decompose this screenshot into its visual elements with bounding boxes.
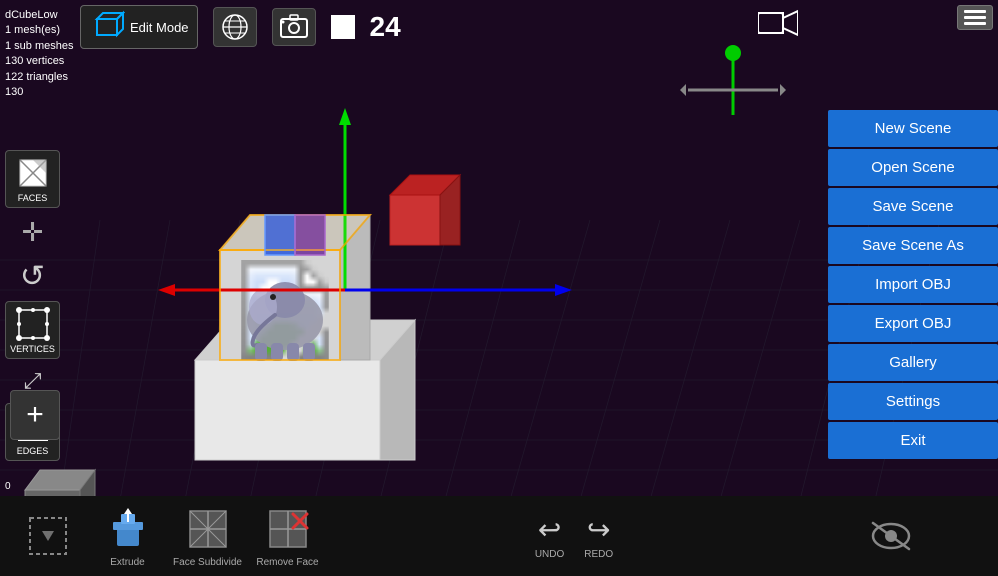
select-tool-button[interactable] xyxy=(10,511,85,561)
compass-icon xyxy=(678,45,788,135)
exit-button[interactable]: Exit xyxy=(828,422,998,459)
face-subdivide-tool-button[interactable]: Face Subdivide xyxy=(170,504,245,568)
edit-mode-label: Edit Mode xyxy=(130,20,189,35)
add-object-button[interactable]: + xyxy=(10,390,60,440)
remove-face-label: Remove Face xyxy=(256,557,318,568)
save-scene-as-button[interactable]: Save Scene As xyxy=(828,227,998,264)
export-obj-button[interactable]: Export OBJ xyxy=(828,305,998,342)
redo-icon: ↪ xyxy=(587,513,610,546)
top-toolbar: Edit Mode 24 xyxy=(80,5,401,49)
extrude-tool-button[interactable]: Extrude xyxy=(90,504,165,568)
select-icon xyxy=(23,511,73,561)
world-view-button[interactable] xyxy=(213,7,257,47)
extrude-icon xyxy=(103,504,153,554)
object-name: dCubeLow xyxy=(5,8,73,23)
white-square-icon xyxy=(331,15,355,39)
move-tool-button[interactable]: ✛ xyxy=(18,213,48,252)
hamburger-line-3 xyxy=(964,22,986,25)
add-icon: + xyxy=(26,398,44,432)
face-subdivide-label: Face Subdivide xyxy=(173,557,242,568)
hamburger-line-2 xyxy=(964,16,986,19)
camera-button[interactable] xyxy=(758,8,798,43)
coordinates-display: 0 xyxy=(5,481,11,492)
open-scene-button[interactable]: Open Scene xyxy=(828,149,998,186)
hamburger-menu-button[interactable] xyxy=(957,5,993,30)
faces-icon xyxy=(15,155,51,191)
nav-compass[interactable] xyxy=(678,45,788,140)
undo-button[interactable]: ↩ UNDO xyxy=(535,513,564,560)
save-scene-button[interactable]: Save Scene xyxy=(828,188,998,225)
frame-counter: 24 xyxy=(370,11,401,43)
screenshot-button[interactable] xyxy=(272,8,316,46)
hamburger-line-1 xyxy=(964,10,986,13)
redo-label: REDO xyxy=(584,549,613,560)
vertices-icon xyxy=(15,306,51,342)
triangles-count: 122 triangles xyxy=(5,70,73,85)
right-menu-panel: New Scene Open Scene Save Scene Save Sce… xyxy=(828,110,998,459)
undo-label: UNDO xyxy=(535,549,564,560)
bottom-toolbar: Extrude Face Subdivide xyxy=(0,496,998,576)
vertices-count: 130 vertices xyxy=(5,54,73,69)
faces-tool-button[interactable]: FACES xyxy=(5,150,60,208)
eye-icon xyxy=(866,511,916,561)
globe-icon xyxy=(220,12,250,42)
sub-meshes: 1 sub meshes xyxy=(5,39,73,54)
object-info: dCubeLow 1 mesh(es) 1 sub meshes 130 ver… xyxy=(5,8,73,100)
mesh-count: 1 mesh(es) xyxy=(5,23,73,38)
edit-mode-button[interactable]: Edit Mode xyxy=(80,5,198,49)
import-obj-button[interactable]: Import OBJ xyxy=(828,266,998,303)
vertices-label: VERTICES xyxy=(10,344,55,354)
box-3d-icon xyxy=(89,9,125,45)
extrude-label: Extrude xyxy=(110,557,144,568)
rotate-tool-button[interactable]: ↺ xyxy=(18,257,47,296)
faces-label: FACES xyxy=(18,193,48,203)
coord-value: 0 xyxy=(5,481,11,492)
extra-count: 130 xyxy=(5,85,73,100)
screenshot-icon xyxy=(279,13,309,41)
viewport[interactable]: dCubeLow 1 mesh(es) 1 sub meshes 130 ver… xyxy=(0,0,998,576)
remove-face-icon xyxy=(263,504,313,554)
visibility-button[interactable] xyxy=(853,511,928,561)
face-subdivide-icon xyxy=(183,504,233,554)
undo-icon: ↩ xyxy=(538,513,561,546)
camera-icon xyxy=(758,8,798,38)
gallery-button[interactable]: Gallery xyxy=(828,344,998,381)
new-scene-button[interactable]: New Scene xyxy=(828,110,998,147)
settings-button[interactable]: Settings xyxy=(828,383,998,420)
redo-button[interactable]: ↪ REDO xyxy=(584,513,613,560)
edges-label: EDGES xyxy=(17,446,49,456)
vertices-tool-button[interactable]: VERTICES xyxy=(5,301,60,359)
remove-face-tool-button[interactable]: Remove Face xyxy=(250,504,325,568)
